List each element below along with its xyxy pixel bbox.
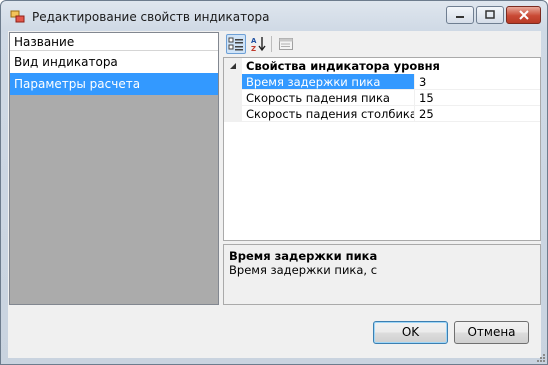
svg-text:Z: Z [251,45,256,52]
category-row[interactable]: Свойства индикатора уровня [224,58,540,74]
dialog-window: Редактирование свойств индикатора Назван… [0,0,548,365]
property-description-pane: Время задержки пика Время задержки пика,… [223,244,541,305]
categorized-icon [228,37,243,51]
property-grid[interactable]: Свойства индикатора уровня Время задержк… [223,57,541,241]
close-icon [518,10,529,20]
maximize-button[interactable] [476,6,504,24]
alphabetical-button[interactable]: A Z [248,34,268,54]
property-name[interactable]: Время задержки пика [242,74,415,89]
property-name[interactable]: Скорость падения пика [242,90,415,105]
list-item-calculation[interactable]: Параметры расчета [10,73,218,95]
property-name[interactable]: Скорость падения столбика [242,106,415,121]
category-label: Свойства индикатора уровня [246,59,440,73]
list-column-header[interactable]: Название [10,33,218,51]
property-pages-icon [279,38,293,50]
categorized-button[interactable] [226,34,246,54]
description-title: Время задержки пика [229,249,378,263]
close-button[interactable] [506,6,541,24]
title-bar[interactable]: Редактирование свойств индикатора [1,1,547,31]
row-gutter [224,74,242,89]
sort-az-icon: A Z [251,37,266,52]
resize-grip-icon[interactable] [534,351,546,363]
property-row[interactable]: Время задержки пика 3 [224,74,540,90]
minimize-button[interactable] [446,6,474,24]
dialog-body: Название Вид индикатора Параметры расчет… [8,31,541,358]
row-gutter [224,90,242,105]
list-item-view[interactable]: Вид индикатора [10,51,218,73]
property-row[interactable]: Скорость падения пика 15 [224,90,540,106]
property-grid-toolbar: A Z [223,32,541,56]
window-title: Редактирование свойств индикатора [32,10,270,24]
ok-button[interactable]: OK [373,321,448,344]
property-pages-button[interactable] [276,34,296,54]
property-value[interactable]: 15 [415,90,540,105]
cancel-button[interactable]: Отмена [454,321,529,344]
property-value[interactable]: 3 [415,74,540,89]
property-value[interactable]: 25 [415,106,540,121]
section-list[interactable]: Название Вид индикатора Параметры расчет… [9,32,219,305]
property-row[interactable]: Скорость падения столбика 25 [224,106,540,122]
row-gutter [224,106,242,121]
minimize-icon [456,16,464,18]
maximize-icon [485,10,495,19]
collapse-toggle[interactable] [224,58,242,74]
collapse-triangle-icon [230,63,236,69]
app-window-icon [10,10,26,24]
toolbar-separator [271,36,272,52]
svg-text:A: A [251,37,257,45]
description-text: Время задержки пика, с [229,263,378,277]
